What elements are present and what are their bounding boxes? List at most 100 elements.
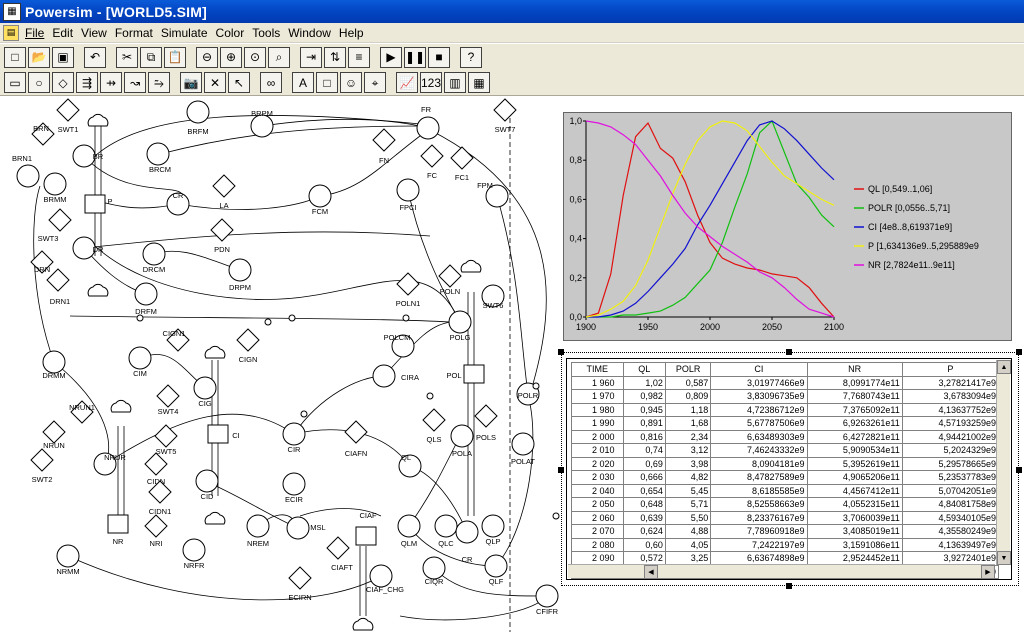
information-link[interactable] — [261, 118, 421, 127]
column-header[interactable]: NR — [806, 362, 903, 377]
auxiliary-node[interactable] — [434, 514, 458, 538]
auxiliary-node[interactable] — [282, 472, 306, 496]
constant-node[interactable] — [420, 144, 444, 168]
column-header[interactable]: POLR — [664, 362, 712, 377]
information-link[interactable] — [177, 195, 321, 210]
constant-node[interactable] — [493, 98, 517, 122]
table-row[interactable]: 2 050 0,648 5,71 8,52558663e9 4,0552315e11 4,… — [571, 497, 1000, 512]
document-system-icon[interactable]: ▤ — [3, 24, 19, 41]
column-header[interactable]: QL — [622, 362, 666, 377]
column-header[interactable]: TIME — [571, 362, 624, 377]
link-junction[interactable] — [532, 382, 540, 390]
link-junction[interactable] — [300, 410, 308, 418]
constant-node[interactable] — [56, 98, 80, 122]
new-icon[interactable]: □ — [4, 46, 26, 68]
column-header[interactable]: CI — [710, 362, 808, 377]
menu-tools[interactable]: Tools — [250, 24, 286, 42]
constant-node[interactable] — [396, 272, 420, 296]
information-link[interactable] — [429, 129, 547, 395]
cloud-source-icon[interactable] — [110, 399, 132, 413]
constant-node[interactable] — [326, 536, 350, 560]
frame-tool-icon[interactable]: □ — [316, 72, 338, 93]
zoom-page-icon[interactable]: ⌕ — [268, 46, 290, 68]
information-link[interactable] — [33, 185, 55, 363]
auxiliary-tool-icon[interactable]: ○ — [28, 72, 50, 93]
table-row[interactable]: 2 090 0,572 3,25 6,63674898e9 2,9524452e11 3,… — [571, 551, 1000, 566]
level-node[interactable] — [463, 364, 485, 384]
number-icon[interactable]: 123 — [420, 72, 442, 93]
text-tool-icon[interactable]: A — [292, 72, 314, 93]
column-header[interactable]: P — [901, 362, 1000, 377]
auxiliary-node[interactable] — [448, 310, 472, 334]
scroll-left-icon[interactable]: ◀ — [644, 565, 658, 579]
auxiliary-node[interactable] — [228, 258, 252, 282]
link-junction[interactable] — [136, 314, 144, 322]
menu-simulate[interactable]: Simulate — [159, 24, 214, 42]
information-link[interactable] — [399, 595, 548, 621]
model-canvas[interactable]: BRN SWT1 BRN1 BRMM BR BRCM BRFM BRPM FR SWT7 FN FC F… — [0, 96, 1024, 632]
constant-node[interactable] — [48, 208, 72, 232]
table-row[interactable]: 2 040 0,654 5,45 8,6185585e9 4,4567412e11 5,0… — [571, 483, 1000, 498]
constant-node[interactable] — [450, 146, 474, 170]
table-row[interactable]: 2 010 0,74 3,12 7,46243332e9 5,9090534e11 5,2… — [571, 443, 1000, 458]
auxiliary-node[interactable] — [422, 556, 446, 580]
picture-tool-icon[interactable]: ☺ — [340, 72, 362, 93]
resize-handle[interactable] — [786, 583, 792, 589]
auxiliary-node[interactable] — [193, 376, 217, 400]
link-junction[interactable] — [552, 512, 560, 520]
powersim-app-icon[interactable]: ▦ — [3, 2, 21, 21]
auxiliary-node[interactable] — [535, 584, 559, 608]
cloud-source-icon[interactable] — [87, 113, 109, 127]
time-graph-icon[interactable]: 📈 — [396, 72, 418, 93]
cloud-source-icon[interactable] — [204, 345, 226, 359]
auxiliary-node[interactable] — [372, 364, 396, 388]
auxiliary-node[interactable] — [146, 142, 170, 166]
auxiliary-node[interactable] — [396, 178, 420, 202]
copy-icon[interactable]: ⧉ — [140, 46, 162, 68]
auxiliary-node[interactable] — [246, 514, 270, 538]
scroll-down-icon[interactable]: ▼ — [997, 551, 1011, 565]
information-link[interactable] — [495, 395, 534, 567]
auxiliary-node[interactable] — [250, 114, 274, 138]
auxiliary-node[interactable] — [182, 538, 206, 562]
table-row[interactable]: 2 000 0,816 2,34 6,63489303e9 6,4272821e11 4,… — [571, 429, 1000, 444]
resize-handle[interactable] — [1016, 349, 1022, 355]
constant-node[interactable] — [372, 128, 396, 152]
table-row[interactable]: 2 080 0,60 4,05 7,2422197e9 3,1591086e11 4,13… — [571, 537, 1000, 552]
cloud-source-icon[interactable] — [87, 283, 109, 297]
constant-node[interactable] — [288, 566, 312, 590]
menu-edit[interactable]: Edit — [50, 24, 79, 42]
link-junction[interactable] — [264, 318, 272, 326]
table-row[interactable]: 2 060 0,639 5,50 8,23376167e9 3,7060039e11 4,… — [571, 510, 1000, 525]
level-node[interactable] — [207, 424, 229, 444]
resize-handle[interactable] — [786, 349, 792, 355]
flow-with-rate-icon[interactable]: ⇸ — [100, 72, 122, 93]
delete-icon[interactable]: ✕ — [204, 72, 226, 93]
constant-node[interactable] — [344, 420, 368, 444]
auxiliary-node[interactable] — [128, 346, 152, 370]
auxiliary-node[interactable] — [511, 432, 535, 456]
stop-icon[interactable]: ■ — [428, 46, 450, 68]
link-junction[interactable] — [402, 314, 410, 322]
auxiliary-node[interactable] — [308, 184, 332, 208]
paste-icon[interactable]: 📋 — [164, 46, 186, 68]
table-horizontal-scrollbar[interactable]: ◀ ▶ — [568, 564, 995, 579]
constant-node[interactable] — [46, 268, 70, 292]
help-icon[interactable]: ? — [460, 46, 482, 68]
auxiliary-node[interactable] — [397, 514, 421, 538]
constant-node[interactable] — [438, 264, 462, 288]
menu-format[interactable]: Format — [113, 24, 159, 42]
auxiliary-node[interactable] — [369, 564, 393, 588]
constant-node[interactable] — [30, 448, 54, 472]
resize-handle[interactable] — [1016, 467, 1022, 473]
auxiliary-node[interactable] — [56, 544, 80, 568]
constant-node[interactable] — [144, 514, 168, 538]
snapshot-icon[interactable]: 📷 — [180, 72, 202, 93]
auxiliary-node[interactable] — [142, 242, 166, 266]
table-row[interactable]: 1 980 0,945 1,18 4,72386712e9 7,3765092e11 4,… — [571, 402, 1000, 417]
undo-icon[interactable]: ↶ — [84, 46, 106, 68]
table-row[interactable]: 1 990 0,891 1,68 5,67787506e9 6,9263261e11 4,… — [571, 416, 1000, 431]
time-table-icon[interactable]: ▦ — [468, 72, 490, 93]
information-link[interactable] — [293, 375, 385, 435]
auxiliary-node[interactable] — [134, 282, 158, 306]
